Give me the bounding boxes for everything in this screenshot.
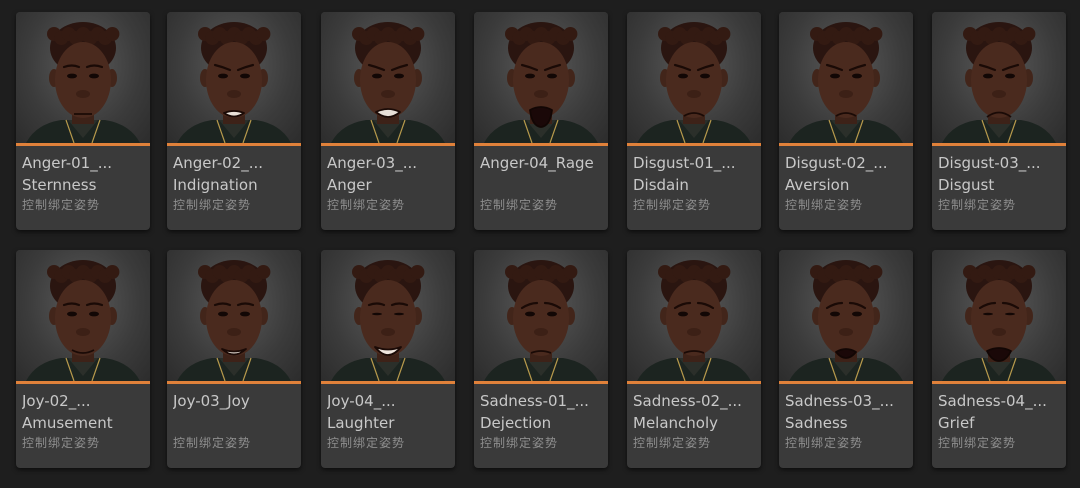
asset-tile[interactable]: Joy-04_... Laughter 控制绑定姿势 [321, 250, 455, 468]
face-portrait-icon [484, 22, 598, 143]
asset-thumbnail [474, 250, 608, 381]
asset-name-line2: Sternness [22, 176, 97, 194]
asset-thumbnail [167, 12, 301, 143]
asset-tile[interactable]: Anger-03_... Anger 控制绑定姿势 [321, 12, 455, 230]
face-portrait-icon [942, 22, 1056, 143]
asset-type-label: 控制绑定姿势 [785, 198, 864, 212]
asset-thumbnail [16, 12, 150, 143]
asset-name-line1: Joy-02_... [22, 392, 91, 410]
asset-name-line1: Sadness-01_... [480, 392, 589, 410]
asset-name-line1: Joy-04_... [327, 392, 396, 410]
asset-type-label: 控制绑定姿势 [938, 436, 1017, 450]
asset-tile[interactable]: Disgust-01_... Disdain 控制绑定姿势 [627, 12, 761, 230]
asset-thumbnail [16, 250, 150, 381]
face-portrait-icon [331, 260, 445, 381]
asset-name-line1: Anger-04_Rage [480, 154, 594, 172]
asset-type-label: 控制绑定姿势 [22, 198, 101, 212]
asset-type-label: 控制绑定姿势 [327, 198, 406, 212]
asset-tile[interactable]: Disgust-03_... Disgust 控制绑定姿势 [932, 12, 1066, 230]
asset-type-color-bar [932, 143, 1066, 146]
asset-thumbnail [779, 12, 913, 143]
asset-tile[interactable]: Joy-03_Joy 控制绑定姿势 [167, 250, 301, 468]
face-portrait-icon [26, 260, 140, 381]
asset-type-color-bar [167, 381, 301, 384]
asset-name-line2: Indignation [173, 176, 258, 194]
asset-thumbnail [627, 12, 761, 143]
asset-name-line1: Disgust-03_... [938, 154, 1041, 172]
asset-type-color-bar [321, 381, 455, 384]
asset-type-color-bar [932, 381, 1066, 384]
asset-name-line1: Anger-03_... [327, 154, 418, 172]
face-portrait-icon [177, 22, 291, 143]
asset-name-line2: Aversion [785, 176, 850, 194]
asset-tile[interactable]: Anger-02_... Indignation 控制绑定姿势 [167, 12, 301, 230]
asset-type-label: 控制绑定姿势 [633, 436, 712, 450]
asset-type-color-bar [779, 143, 913, 146]
asset-type-label: 控制绑定姿势 [480, 436, 559, 450]
asset-name-line2: Sadness [785, 414, 848, 432]
asset-name-line2: Grief [938, 414, 975, 432]
asset-name-line2: Anger [327, 176, 372, 194]
asset-type-color-bar [167, 143, 301, 146]
asset-tile[interactable]: Sadness-01_... Dejection 控制绑定姿势 [474, 250, 608, 468]
asset-tile[interactable]: Anger-01_... Sternness 控制绑定姿势 [16, 12, 150, 230]
asset-name-line1: Sadness-02_... [633, 392, 742, 410]
asset-type-label: 控制绑定姿势 [938, 198, 1017, 212]
asset-type-label: 控制绑定姿势 [785, 436, 864, 450]
asset-name-line1: Disgust-01_... [633, 154, 736, 172]
asset-type-color-bar [321, 143, 455, 146]
face-portrait-icon [331, 22, 445, 143]
asset-type-label: 控制绑定姿势 [327, 436, 406, 450]
asset-type-color-bar [779, 381, 913, 384]
face-portrait-icon [789, 22, 903, 143]
asset-thumbnail [321, 12, 455, 143]
asset-tile[interactable]: Sadness-02_... Melancholy 控制绑定姿势 [627, 250, 761, 468]
asset-thumbnail [474, 12, 608, 143]
asset-grid: Anger-01_... Sternness 控制绑定姿势 Anger-02_... I… [0, 0, 1080, 488]
asset-name-line1: Anger-02_... [173, 154, 264, 172]
asset-name-line1: Disgust-02_... [785, 154, 888, 172]
asset-type-color-bar [474, 143, 608, 146]
asset-type-color-bar [16, 381, 150, 384]
asset-thumbnail [627, 250, 761, 381]
asset-type-color-bar [474, 381, 608, 384]
face-portrait-icon [484, 260, 598, 381]
asset-name-line2: Disgust [938, 176, 995, 194]
asset-name-line1: Sadness-03_... [785, 392, 894, 410]
asset-tile[interactable]: Disgust-02_... Aversion 控制绑定姿势 [779, 12, 913, 230]
asset-type-label: 控制绑定姿势 [633, 198, 712, 212]
asset-name-line2: Dejection [480, 414, 552, 432]
face-portrait-icon [942, 260, 1056, 381]
asset-name-line1: Anger-01_... [22, 154, 113, 172]
face-portrait-icon [789, 260, 903, 381]
asset-tile[interactable]: Joy-02_... Amusement 控制绑定姿势 [16, 250, 150, 468]
asset-type-label: 控制绑定姿势 [173, 198, 252, 212]
asset-type-color-bar [16, 143, 150, 146]
asset-name-line2: Laughter [327, 414, 395, 432]
face-portrait-icon [637, 260, 751, 381]
asset-tile[interactable]: Sadness-04_... Grief 控制绑定姿势 [932, 250, 1066, 468]
face-portrait-icon [177, 260, 291, 381]
asset-thumbnail [932, 12, 1066, 143]
asset-type-color-bar [627, 381, 761, 384]
asset-type-label: 控制绑定姿势 [22, 436, 101, 450]
asset-tile[interactable]: Sadness-03_... Sadness 控制绑定姿势 [779, 250, 913, 468]
asset-name-line2: Disdain [633, 176, 689, 194]
asset-name-line1: Joy-03_Joy [173, 392, 250, 410]
asset-name-line2: Amusement [22, 414, 113, 432]
asset-thumbnail [167, 250, 301, 381]
asset-type-label: 控制绑定姿势 [480, 198, 559, 212]
face-portrait-icon [637, 22, 751, 143]
asset-thumbnail [321, 250, 455, 381]
asset-tile[interactable]: Anger-04_Rage 控制绑定姿势 [474, 12, 608, 230]
asset-type-label: 控制绑定姿势 [173, 436, 252, 450]
asset-type-color-bar [627, 143, 761, 146]
asset-thumbnail [779, 250, 913, 381]
asset-thumbnail [932, 250, 1066, 381]
face-portrait-icon [26, 22, 140, 143]
asset-name-line2: Melancholy [633, 414, 719, 432]
asset-name-line1: Sadness-04_... [938, 392, 1047, 410]
